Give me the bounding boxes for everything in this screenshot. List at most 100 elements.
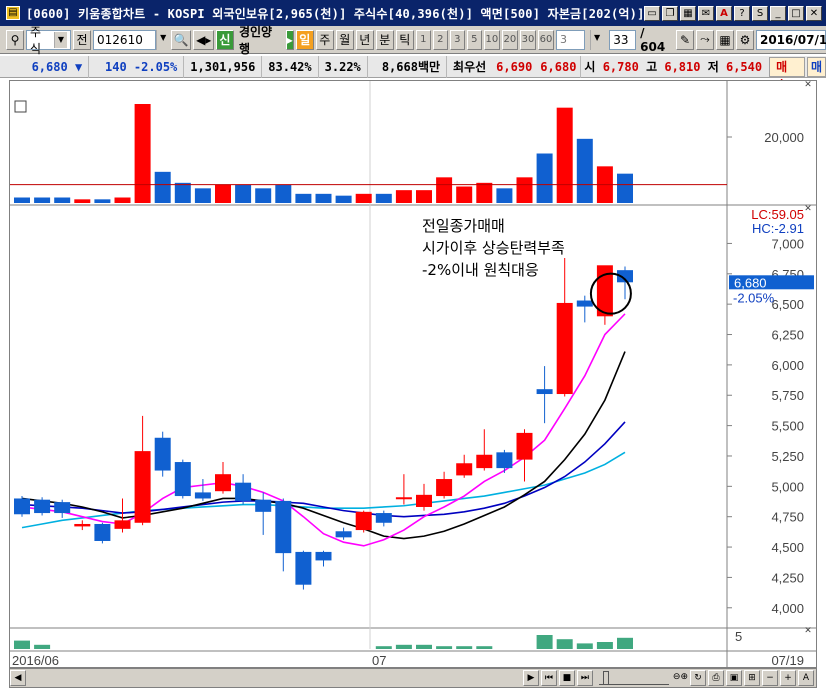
- speaker-icon[interactable]: ◀▸: [193, 29, 214, 50]
- chevron-down-icon[interactable]: ▼: [589, 29, 604, 50]
- price-tick-label: 5,500: [771, 419, 804, 434]
- count-total: / 604: [640, 25, 666, 54]
- last-page-icon[interactable]: ⏭: [576, 670, 593, 686]
- help-icon[interactable]: ?: [734, 5, 750, 21]
- tab-minute[interactable]: 분: [375, 29, 394, 50]
- first-page-icon[interactable]: ⏮: [540, 670, 557, 686]
- candle-body: [315, 551, 332, 561]
- print-icon[interactable]: ⎙: [708, 670, 724, 686]
- turnover-rate: 3.22%: [319, 55, 368, 78]
- grid-icon[interactable]: ▦: [715, 29, 734, 50]
- sell-button[interactable]: 매: [806, 56, 826, 77]
- volume-bar: [295, 193, 312, 203]
- volume-bar: [94, 199, 111, 203]
- pin-icon[interactable]: ⚲: [6, 29, 24, 50]
- volume-bar: [315, 193, 332, 203]
- tab-day[interactable]: 일: [295, 29, 314, 50]
- minimize-icon[interactable]: _: [770, 5, 786, 21]
- investor-tick-label: 5: [735, 629, 742, 644]
- stock-chart[interactable]: 7,0006,7506,5006,2506,0005,7505,5005,250…: [10, 81, 816, 667]
- volume-bar: [235, 184, 252, 203]
- zoom-slider[interactable]: [598, 671, 669, 685]
- gear-icon[interactable]: ⚙: [735, 29, 754, 50]
- candle-body: [476, 454, 493, 469]
- interval-30[interactable]: 30: [519, 29, 536, 50]
- candle-body: [556, 302, 573, 395]
- save-icon[interactable]: ▣: [726, 670, 742, 686]
- pane-close-icon[interactable]: ✕: [804, 81, 812, 90]
- investor-bar: [576, 643, 593, 649]
- candle-body: [416, 494, 432, 507]
- tile-icon[interactable]: ▦: [680, 5, 696, 21]
- upper-limit-label: LC:59.05: [751, 207, 804, 222]
- window-titlebar: ▤ [0600] 키움종합차트 - KOSPI 외국인보유[2,965(천)] …: [0, 0, 826, 26]
- candle-body: [295, 551, 312, 585]
- text-size-icon[interactable]: A: [798, 670, 814, 686]
- market-select[interactable]: 주식 ▼: [26, 25, 72, 56]
- all-button[interactable]: 전: [73, 29, 92, 50]
- pane-close-icon[interactable]: ✕: [804, 626, 812, 636]
- candle-body: [194, 492, 211, 499]
- volume-bar: [576, 138, 593, 203]
- tab-year[interactable]: 년: [355, 29, 374, 50]
- price-change: 140 -2.05%: [89, 55, 185, 78]
- interval-60[interactable]: 60: [537, 29, 555, 50]
- investor-bar: [34, 644, 51, 649]
- candle-body: [215, 474, 231, 492]
- pane-close-icon[interactable]: ✕: [804, 204, 812, 214]
- volume-bar: [516, 177, 533, 203]
- annotation-text: 시가이후 상승탄력부족: [422, 239, 565, 257]
- pencil-icon[interactable]: ✎: [675, 29, 694, 50]
- chart-type-icon[interactable]: ⤳: [695, 29, 714, 50]
- stop-icon[interactable]: ■: [558, 670, 575, 686]
- ma10-line: [21, 351, 626, 540]
- interval-custom[interactable]: 3: [556, 29, 585, 50]
- chevron-down-icon[interactable]: ▼: [155, 29, 170, 50]
- interval-5[interactable]: 5: [466, 29, 482, 50]
- minus-icon[interactable]: −: [762, 670, 778, 686]
- plus-icon[interactable]: +: [780, 670, 796, 686]
- interval-2[interactable]: 2: [432, 29, 448, 50]
- count-input[interactable]: 33: [609, 29, 637, 50]
- volume-bar: [556, 107, 573, 203]
- tab-month[interactable]: 월: [335, 29, 354, 50]
- copy-icon[interactable]: ❐: [662, 5, 678, 21]
- flag-icon[interactable]: ▸: [285, 29, 294, 50]
- zoom-out-icon[interactable]: ⊖⊕: [672, 670, 688, 686]
- interval-20[interactable]: 20: [501, 29, 518, 50]
- tab-week[interactable]: 주: [315, 29, 334, 50]
- date-axis-label: 2016/06: [12, 653, 59, 667]
- font-a-icon[interactable]: A: [716, 5, 732, 21]
- scroll-right-icon[interactable]: ▶: [522, 670, 539, 686]
- maximize-icon[interactable]: □: [788, 5, 804, 21]
- candle-body: [235, 482, 252, 501]
- stock-name-field: 경인양행: [238, 24, 273, 56]
- interval-1[interactable]: 1: [415, 29, 431, 50]
- price-tick-label: 4,500: [771, 540, 804, 555]
- candle-body: [134, 451, 151, 523]
- volume-tick-label: 20,000: [764, 130, 804, 145]
- close-icon[interactable]: ✕: [806, 5, 822, 21]
- volume-bar: [375, 193, 392, 203]
- buy-button[interactable]: 매수: [769, 56, 805, 92]
- trade-amount: 8,668백만: [368, 55, 448, 78]
- zoom-in-reset-icon[interactable]: ⊞: [744, 670, 760, 686]
- interval-10[interactable]: 10: [483, 29, 500, 50]
- date-input[interactable]: 2016/07/1: [755, 29, 826, 50]
- scroll-left-icon[interactable]: ◀: [10, 670, 26, 686]
- screen-label[interactable]: S: [752, 5, 768, 21]
- table-icon[interactable]: [14, 100, 27, 113]
- link-icon[interactable]: ▭: [644, 5, 660, 21]
- volume-bar: [14, 197, 30, 203]
- tab-tick[interactable]: 틱: [395, 29, 414, 50]
- investor-bar: [596, 642, 613, 649]
- chevron-down-icon: ▼: [53, 31, 68, 48]
- chart-area[interactable]: 7,000 6,750 6,500 6,250 6,000 5,750 5,500 5,250…: [9, 80, 817, 668]
- code-input[interactable]: 012610: [93, 29, 156, 50]
- search-icon[interactable]: 🔍: [171, 29, 192, 50]
- mail-icon[interactable]: ✉: [698, 5, 714, 21]
- refresh-icon[interactable]: ↻: [690, 670, 706, 686]
- interval-3[interactable]: 3: [449, 29, 465, 50]
- new-listing-button[interactable]: 신: [215, 29, 234, 50]
- current-pct-label: -2.05%: [733, 290, 775, 305]
